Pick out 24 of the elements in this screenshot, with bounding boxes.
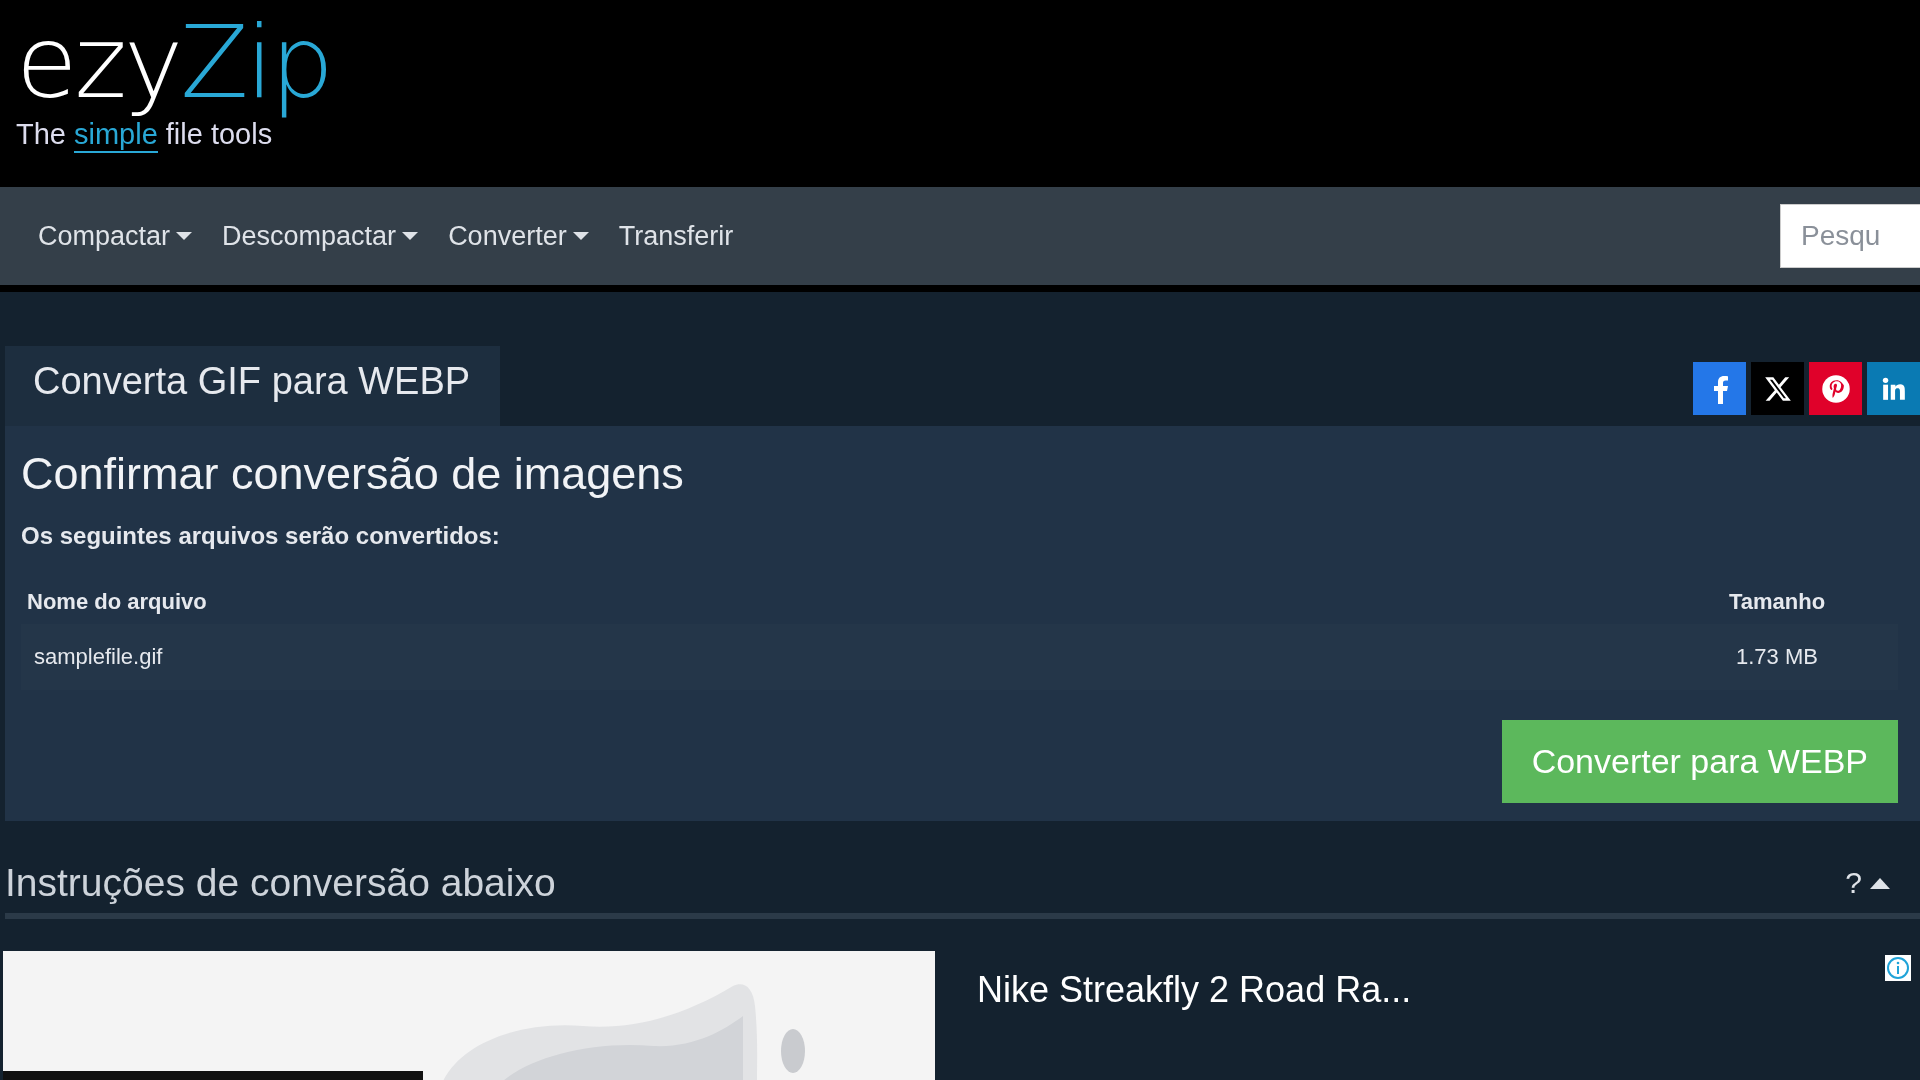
panel-subtitle: Os seguintes arquivos serão convertidos: [21, 522, 501, 550]
column-header: Tamanho [1728, 589, 1827, 615]
search-field[interactable]: Pesqu [1780, 204, 1920, 268]
nav-menu-item[interactable]: Compactar [38, 220, 193, 252]
info-icon[interactable] [1885, 955, 1911, 981]
panel-title: Confirmar conversão de imagens [21, 448, 685, 500]
ad-title[interactable]: Nike Streakfly 2 Road Ra... [977, 969, 1885, 1080]
caret-icon [176, 231, 193, 241]
table-cell-text: 1.73 MB [1735, 644, 1819, 670]
nav-menu-item[interactable]: Converter [448, 220, 589, 252]
collapse-caret-icon[interactable] [1870, 877, 1890, 889]
column-header: Nome do arquivo [26, 589, 208, 615]
tagline: The simple file tools [16, 118, 273, 153]
nav-menu-item[interactable]: Descompactar [222, 220, 419, 252]
share-button[interactable] [1751, 362, 1804, 415]
pinterest-icon [1820, 373, 1851, 404]
nav-menu-item[interactable]: Transferir [618, 220, 734, 252]
table-cell-text: samplefile.gif [33, 644, 164, 670]
x-logo-icon [1763, 374, 1792, 403]
caret-icon [402, 231, 419, 241]
caret-icon [572, 231, 589, 241]
section-title: Instruções de conversão abaixo [5, 861, 556, 905]
linkedin-icon [1880, 375, 1907, 402]
help-link[interactable]: ? [1845, 866, 1862, 900]
